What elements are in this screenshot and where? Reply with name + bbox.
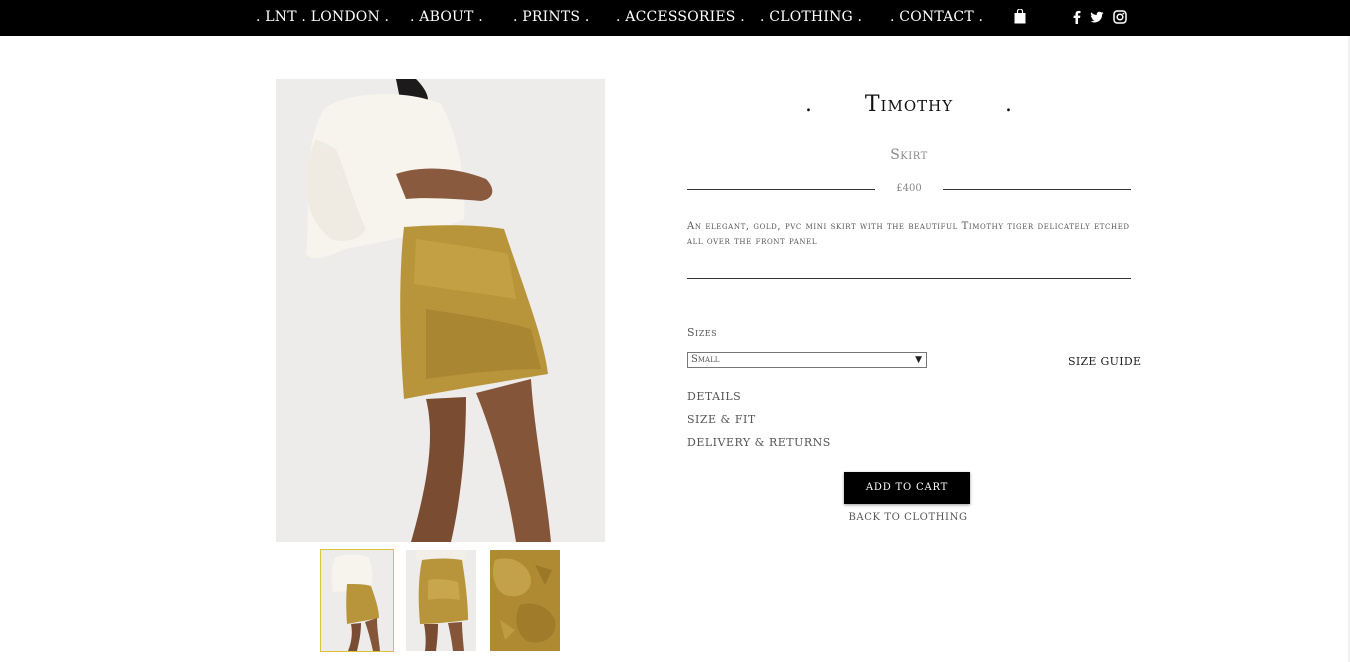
nav-link-prints[interactable]: . PRINTS . — [513, 9, 589, 25]
nav-link-lnt-london[interactable]: . LNT . LONDON . — [256, 9, 389, 25]
product-main-image — [276, 79, 605, 542]
product-thumbnail-3[interactable] — [490, 550, 560, 651]
shopping-bag-icon[interactable] — [1014, 9, 1026, 24]
title-dot-right: . — [1005, 92, 1012, 117]
nav-link-contact[interactable]: . CONTACT . — [890, 9, 983, 25]
twitter-icon[interactable] — [1090, 10, 1104, 24]
thumbnail-tiger-etching-detail-image — [490, 550, 560, 651]
nav-link-clothing[interactable]: . CLOTHING . — [760, 9, 862, 25]
product-title-row: . Timothy . — [687, 92, 1131, 122]
product-category: Skirt — [890, 147, 928, 163]
product-thumbnail-2[interactable] — [406, 550, 476, 651]
back-to-clothing-link[interactable]: BACK TO CLOTHING — [820, 512, 996, 523]
size-select[interactable]: Small ▼ — [687, 352, 927, 368]
delivery-returns-link[interactable]: DELIVERY & RETURNS — [687, 436, 831, 449]
sizes-label: Sizes — [687, 326, 718, 339]
size-guide-link[interactable]: SIZE GUIDE — [1068, 355, 1141, 368]
details-link[interactable]: DETAILS — [687, 390, 741, 403]
price-divider-right — [943, 189, 1131, 190]
thumbnail-skirt-front-image — [406, 550, 476, 651]
product-title: Timothy — [864, 92, 954, 117]
size-fit-link[interactable]: SIZE & FIT — [687, 413, 756, 426]
thumbnail-model-front-image — [321, 550, 393, 651]
product-thumbnail-1[interactable] — [320, 549, 394, 652]
nav-link-accessories[interactable]: . ACCESSORIES . — [616, 9, 745, 25]
product-description: An elegant, gold, pvc mini skirt with th… — [687, 221, 1130, 247]
dropdown-arrow-icon: ▼ — [915, 355, 922, 365]
instagram-icon[interactable] — [1113, 10, 1127, 24]
top-nav-bar: . LNT . LONDON . . ABOUT . . PRINTS . . … — [0, 0, 1350, 36]
description-divider — [687, 278, 1131, 279]
model-in-gold-skirt-image — [276, 79, 605, 542]
product-price: £400 — [896, 183, 922, 194]
size-select-value: Small — [691, 354, 720, 365]
nav-link-about[interactable]: . ABOUT . — [410, 9, 483, 25]
facebook-icon[interactable] — [1070, 10, 1084, 24]
price-divider-left — [687, 189, 875, 190]
add-to-cart-button[interactable]: ADD TO CART — [844, 472, 970, 504]
